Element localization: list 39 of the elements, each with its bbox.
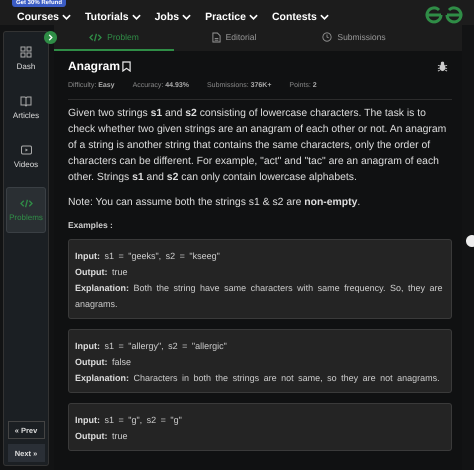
bookmark-icon[interactable] [122,60,132,72]
examples-heading: Examples : [68,220,114,230]
bug-icon[interactable] [437,60,448,72]
example-text: Output: true [75,430,128,443]
example-text: Input: s1 = "g", s2 = "g" [75,414,183,427]
nav-menu[interactable]: Jobs [154,11,192,23]
nav-menu[interactable]: Tutorials [85,11,141,23]
example-text: Explanation: Both the string have same characters with same frequency. So, they are anagrams. [75,282,444,311]
example-text: Input: s1 = "allergy", s2 = "allergic" [75,340,228,353]
problem-title: Anagram [68,59,120,73]
expand-button[interactable] [44,31,57,44]
nav-menu[interactable]: Contests [272,11,329,23]
logo-icon[interactable] [424,4,464,24]
tab[interactable]: Submissions [294,25,414,51]
note-text: Note: You can assume both the strings s1 & s2 are non-empty. [68,196,362,210]
chevron-icon [182,14,192,20]
chevron-icon [62,14,72,20]
chevron-icon [248,14,258,20]
problem-description: Given two strings s1 and s2 consisting of lowercase characters. The task is to check whether two given strings are an anagram of each other or not. An anagram of a string is another string that contains the same characters, only the order of characters can be different. For example, "act" and "tac" are an anagram of each other. Strings s1 and s2 can only contain lowercase alphabets. [68,107,448,185]
clock-icon [322,32,332,42]
example-text: Output: true [75,266,128,279]
sidebar-item[interactable]: Articles [7,89,45,126]
code-icon [20,198,32,209]
sidebar-item[interactable]: Dash [7,40,45,77]
example-text: Explanation: Characters in both the strings are not same, so they are not anagrams. [75,372,441,385]
book-icon [20,95,32,107]
nav-menu[interactable]: Practice [205,11,258,23]
example-text: Input: s1 = "geeks", s2 = "kseeg" [75,250,221,263]
code-icon [89,32,102,42]
document-icon [212,32,221,42]
nav-menu[interactable]: Courses [17,11,72,23]
grid-icon [20,46,32,58]
tab[interactable]: Editorial [174,25,294,51]
chevron-icon [320,14,329,20]
sidebar-item[interactable]: Videos [7,138,45,175]
chevron-icon [47,34,54,41]
chevron-icon [132,14,141,20]
play-icon [20,144,32,156]
example-text: Output: false [75,356,132,369]
